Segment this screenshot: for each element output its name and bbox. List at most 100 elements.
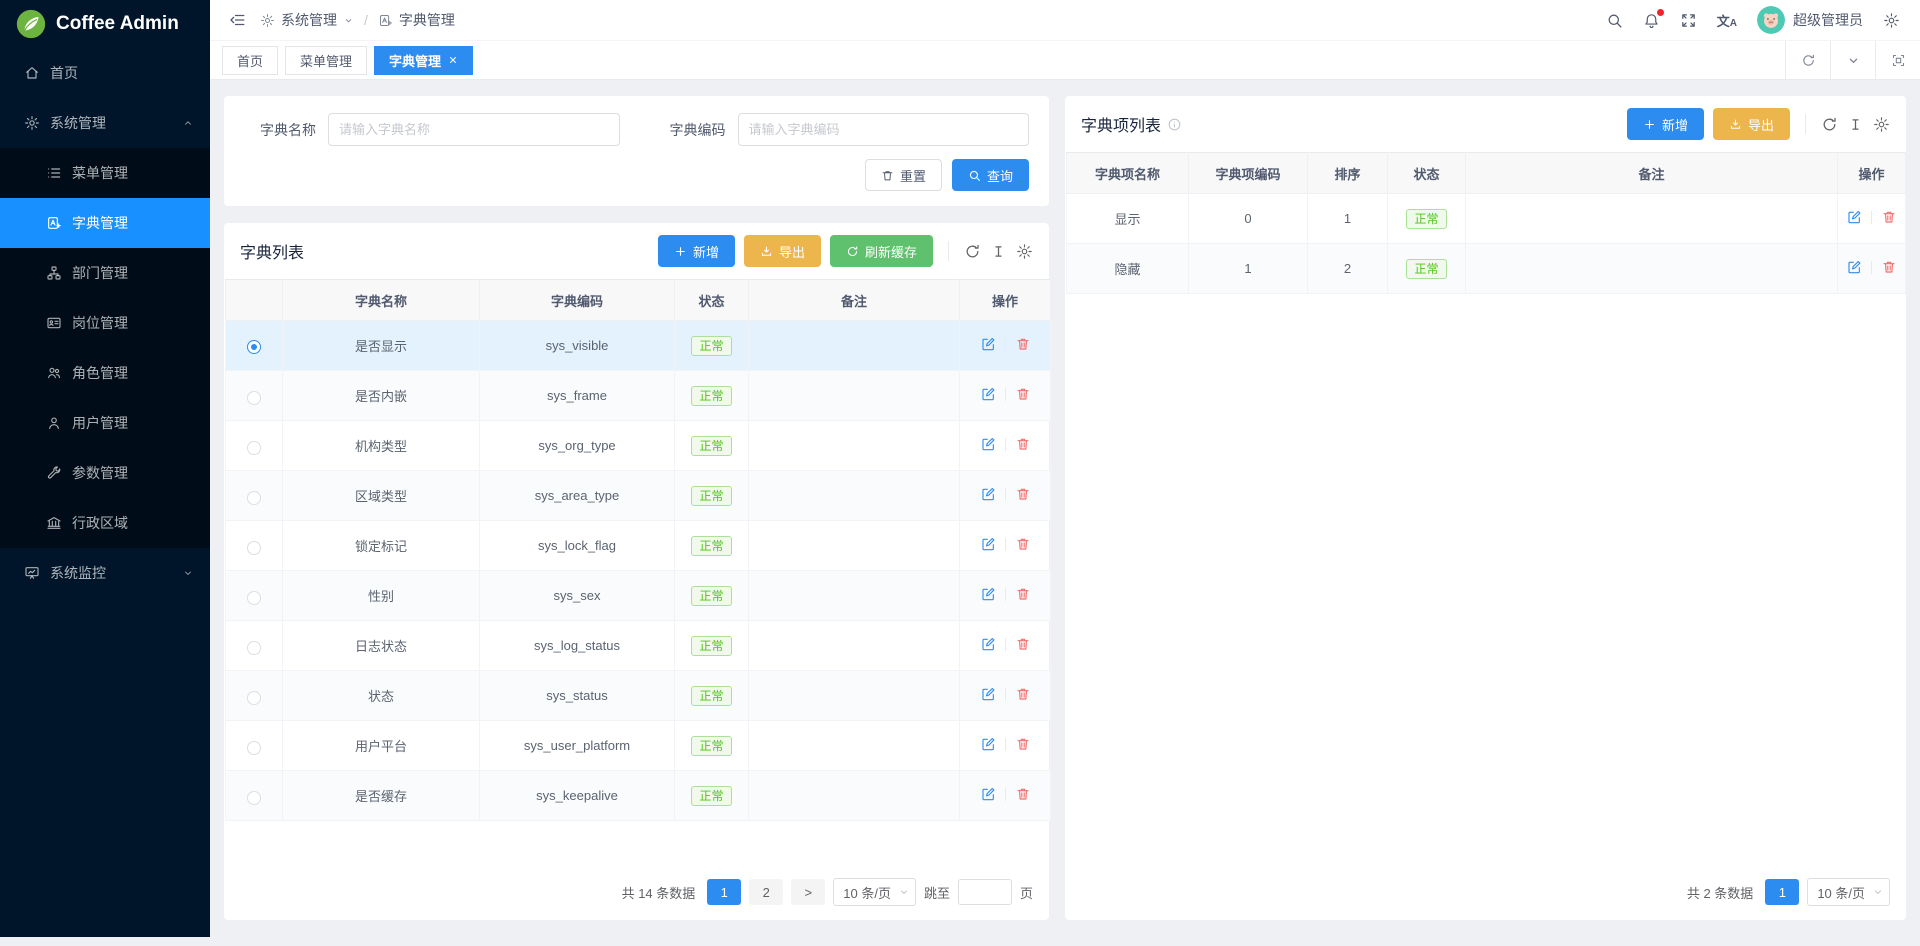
row-radio[interactable]: [247, 741, 261, 755]
settings-gear-icon[interactable]: [1883, 12, 1900, 29]
tab-menu-mgmt[interactable]: 菜单管理: [285, 46, 367, 75]
delete-icon[interactable]: [1015, 336, 1031, 352]
delete-icon[interactable]: [1881, 259, 1897, 275]
delete-icon[interactable]: [1015, 436, 1031, 452]
row-radio[interactable]: [247, 340, 261, 354]
page-size-select[interactable]: 10 条/页: [1807, 878, 1890, 906]
sidebar-item-user[interactable]: 用户管理: [0, 398, 210, 448]
edit-icon[interactable]: [980, 686, 996, 702]
breadcrumb-item[interactable]: 字典管理: [399, 10, 455, 30]
add-button[interactable]: 新增: [658, 235, 735, 267]
dict-table-row[interactable]: 状态sys_status正常: [226, 671, 1051, 721]
table-settings-icon[interactable]: [1016, 243, 1033, 260]
dict-table-row[interactable]: 区域类型sys_area_type正常: [226, 471, 1051, 521]
edit-icon[interactable]: [980, 586, 996, 602]
dict-code-input[interactable]: [738, 113, 1030, 146]
dict-table-row[interactable]: 用户平台sys_user_platform正常: [226, 721, 1051, 771]
row-radio[interactable]: [247, 791, 261, 805]
jump-page-input[interactable]: [958, 879, 1012, 905]
edit-icon[interactable]: [980, 336, 996, 352]
row-radio[interactable]: [247, 441, 261, 455]
row-radio[interactable]: [247, 591, 261, 605]
breadcrumb-item[interactable]: 系统管理: [281, 10, 337, 30]
fullscreen-icon[interactable]: [1680, 12, 1697, 29]
page-button-1[interactable]: 1: [1765, 879, 1799, 905]
row-radio[interactable]: [247, 491, 261, 505]
delete-icon[interactable]: [1881, 209, 1897, 225]
row-radio[interactable]: [247, 541, 261, 555]
row-height-icon[interactable]: [990, 243, 1007, 260]
delete-icon[interactable]: [1015, 386, 1031, 402]
chevUp-icon: [182, 117, 194, 129]
edit-icon[interactable]: [980, 386, 996, 402]
edit-icon[interactable]: [980, 736, 996, 752]
notifications-button[interactable]: [1643, 12, 1660, 29]
menu-fold-icon[interactable]: [228, 11, 246, 29]
reset-button[interactable]: 重置: [865, 159, 942, 191]
next-page-button[interactable]: >: [791, 879, 825, 905]
tab-options-button[interactable]: [1830, 41, 1875, 79]
export-items-button[interactable]: 导出: [1713, 108, 1790, 140]
page-size-select[interactable]: 10 条/页: [833, 878, 916, 906]
edit-icon[interactable]: [980, 536, 996, 552]
dict-name-input[interactable]: [328, 113, 620, 146]
page-button-2[interactable]: 2: [749, 879, 783, 905]
row-radio[interactable]: [247, 391, 261, 405]
dict-table-row[interactable]: 性别sys_sex正常: [226, 571, 1051, 621]
export-button[interactable]: 导出: [744, 235, 821, 267]
edit-icon[interactable]: [980, 786, 996, 802]
remark-cell: [749, 621, 960, 671]
sidebar-item-region[interactable]: 行政区域: [0, 498, 210, 548]
chevron-down-icon: [343, 15, 354, 26]
dict-table-row[interactable]: 是否内嵌sys_frame正常: [226, 371, 1051, 421]
edit-icon[interactable]: [1846, 259, 1862, 275]
delete-icon[interactable]: [1015, 686, 1031, 702]
sidebar-item-dict[interactable]: 字典管理: [0, 198, 210, 248]
delete-icon[interactable]: [1015, 786, 1031, 802]
maximize-content-button[interactable]: [1875, 41, 1920, 79]
tab-home[interactable]: 首页: [222, 46, 278, 75]
sidebar-item-home[interactable]: 首页: [0, 48, 210, 98]
dict-table-row[interactable]: 机构类型sys_org_type正常: [226, 421, 1051, 471]
edit-icon[interactable]: [980, 486, 996, 502]
add-item-button[interactable]: 新增: [1627, 108, 1704, 140]
dict-item-row[interactable]: 显示01正常: [1067, 194, 1906, 244]
sidebar-item-role[interactable]: 角色管理: [0, 348, 210, 398]
edit-icon[interactable]: [980, 436, 996, 452]
row-radio[interactable]: [247, 691, 261, 705]
query-button[interactable]: 查询: [952, 159, 1029, 191]
sidebar-item-label: 系统监控: [50, 563, 106, 583]
page-button-1[interactable]: 1: [707, 879, 741, 905]
refresh-table-icon[interactable]: [1821, 116, 1838, 133]
sidebar-item-post[interactable]: 岗位管理: [0, 298, 210, 348]
user-menu[interactable]: 超级管理员: [1757, 6, 1863, 34]
sidebar-item-menu[interactable]: 菜单管理: [0, 148, 210, 198]
sidebar-item-monitor[interactable]: 系统监控: [0, 548, 210, 598]
refresh-cache-button[interactable]: 刷新缓存: [830, 235, 933, 267]
sidebar-item-system[interactable]: 系统管理: [0, 98, 210, 148]
app-logo[interactable]: Coffee Admin: [0, 0, 210, 48]
table-settings-icon[interactable]: [1873, 116, 1890, 133]
dict-table-row[interactable]: 日志状态sys_log_status正常: [226, 621, 1051, 671]
refresh-table-icon[interactable]: [964, 243, 981, 260]
delete-icon[interactable]: [1015, 636, 1031, 652]
close-icon[interactable]: [448, 55, 458, 65]
row-height-icon[interactable]: [1847, 116, 1864, 133]
tab-dict-mgmt[interactable]: 字典管理: [374, 46, 473, 75]
search-icon[interactable]: [1606, 12, 1623, 29]
translate-icon[interactable]: 文A: [1717, 11, 1737, 30]
dict-table-row[interactable]: 锁定标记sys_lock_flag正常: [226, 521, 1051, 571]
sidebar-item-param[interactable]: 参数管理: [0, 448, 210, 498]
delete-icon[interactable]: [1015, 586, 1031, 602]
dict-table-row[interactable]: 是否显示sys_visible正常: [226, 321, 1051, 371]
delete-icon[interactable]: [1015, 486, 1031, 502]
dict-table-row[interactable]: 是否缓存sys_keepalive正常: [226, 771, 1051, 821]
sidebar-item-dept[interactable]: 部门管理: [0, 248, 210, 298]
dict-item-row[interactable]: 隐藏12正常: [1067, 244, 1906, 294]
delete-icon[interactable]: [1015, 536, 1031, 552]
refresh-page-button[interactable]: [1785, 41, 1830, 79]
delete-icon[interactable]: [1015, 736, 1031, 752]
edit-icon[interactable]: [980, 636, 996, 652]
row-radio[interactable]: [247, 641, 261, 655]
edit-icon[interactable]: [1846, 209, 1862, 225]
